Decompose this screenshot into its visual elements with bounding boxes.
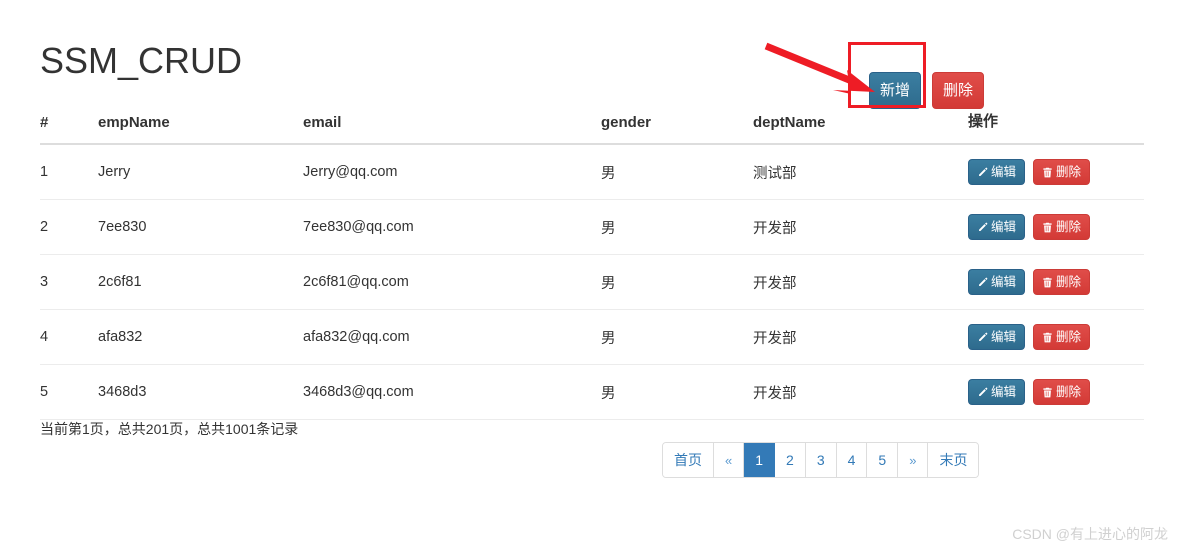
- pagination-item-last[interactable]: 末页: [928, 443, 979, 477]
- trash-icon: [1043, 222, 1052, 232]
- column-header-empname: empName: [98, 110, 303, 145]
- cell-deptname: 开发部: [753, 364, 968, 420]
- cell-index: 5: [40, 364, 98, 420]
- row-edit-button[interactable]: 编辑: [968, 214, 1026, 240]
- cell-empname: 7ee830: [98, 199, 303, 255]
- column-header-actions: 操作: [968, 110, 1144, 145]
- row-delete-button[interactable]: 删除: [1033, 324, 1091, 350]
- cell-empname: 3468d3: [98, 364, 303, 420]
- page-title: SSM_CRUD: [40, 40, 243, 82]
- cell-actions: 编辑 删除: [968, 199, 1144, 255]
- cell-index: 1: [40, 144, 98, 200]
- pagination[interactable]: 首页 «1 2 3 4 5» 末页: [662, 442, 980, 478]
- cell-actions: 编辑 删除: [968, 144, 1144, 200]
- cell-deptname: 开发部: [753, 309, 968, 365]
- row-edit-button[interactable]: 编辑: [968, 379, 1026, 405]
- trash-icon: [1043, 277, 1052, 287]
- column-header-email: email: [303, 110, 601, 145]
- column-header-gender: gender: [601, 110, 753, 145]
- table-row: 4 afa832 afa832@qq.com 男开发部 编辑 删除: [40, 309, 1144, 365]
- cell-empname: afa832: [98, 309, 303, 365]
- row-delete-button[interactable]: 删除: [1033, 214, 1091, 240]
- column-header-index: #: [40, 110, 98, 145]
- cell-deptname: 开发部: [753, 254, 968, 310]
- table-row: 3 2c6f81 2c6f81@qq.com 男开发部 编辑 删除: [40, 254, 1144, 310]
- cell-gender: 男: [601, 364, 753, 420]
- pagination-item-page-2[interactable]: 2: [775, 443, 806, 477]
- cell-index: 3: [40, 254, 98, 310]
- cell-gender: 男: [601, 144, 753, 200]
- pencil-icon: [979, 222, 988, 231]
- row-edit-label: 编辑: [991, 329, 1017, 344]
- row-edit-label: 编辑: [991, 384, 1017, 399]
- cell-empname: Jerry: [98, 144, 303, 200]
- row-delete-label: 删除: [1056, 384, 1082, 399]
- row-delete-button[interactable]: 删除: [1033, 379, 1091, 405]
- cell-email: 7ee830@qq.com: [303, 199, 601, 255]
- table-header: # empName email gender deptName 操作: [40, 110, 1144, 145]
- table-row: 2 7ee830 7ee830@qq.com 男开发部 编辑 删除: [40, 199, 1144, 255]
- cell-email: 3468d3@qq.com: [303, 364, 601, 420]
- trash-icon: [1043, 167, 1052, 177]
- row-edit-button[interactable]: 编辑: [968, 159, 1026, 185]
- row-delete-label: 删除: [1056, 329, 1082, 344]
- delete-button[interactable]: 删除: [932, 72, 984, 109]
- row-edit-button[interactable]: 编辑: [968, 269, 1026, 295]
- cell-actions: 编辑 删除: [968, 364, 1144, 420]
- cell-email: 2c6f81@qq.com: [303, 254, 601, 310]
- pagination-item-prev[interactable]: «: [714, 443, 745, 477]
- pencil-icon: [979, 167, 988, 176]
- cell-index: 2: [40, 199, 98, 255]
- cell-deptname: 测试部: [753, 144, 968, 200]
- row-delete-label: 删除: [1056, 219, 1082, 234]
- pencil-icon: [979, 332, 988, 341]
- cell-actions: 编辑 删除: [968, 254, 1144, 310]
- page-info-text: 当前第1页，总共201页，总共1001条记录: [40, 421, 299, 437]
- watermark: CSDN @有上进心的阿龙: [1012, 526, 1168, 542]
- row-delete-label: 删除: [1056, 274, 1082, 289]
- add-button[interactable]: 新增: [869, 72, 921, 109]
- cell-email: Jerry@qq.com: [303, 144, 601, 200]
- pagination-item-first[interactable]: 首页: [663, 443, 714, 477]
- cell-email: afa832@qq.com: [303, 309, 601, 365]
- toolbar: 新增 删除: [869, 72, 984, 109]
- pagination-item-page-1[interactable]: 1: [744, 443, 776, 477]
- row-edit-label: 编辑: [991, 219, 1017, 234]
- row-delete-label: 删除: [1056, 164, 1082, 179]
- row-delete-button[interactable]: 删除: [1033, 269, 1091, 295]
- trash-icon: [1043, 332, 1052, 342]
- cell-deptname: 开发部: [753, 199, 968, 255]
- pencil-icon: [979, 277, 988, 286]
- trash-icon: [1043, 387, 1052, 397]
- row-delete-button[interactable]: 删除: [1033, 159, 1091, 185]
- table-row: 5 3468d3 3468d3@qq.com 男开发部 编辑 删除: [40, 364, 1144, 420]
- pencil-icon: [979, 387, 988, 396]
- pagination-item-page-5[interactable]: 5: [867, 443, 899, 477]
- cell-empname: 2c6f81: [98, 254, 303, 310]
- cell-gender: 男: [601, 199, 753, 255]
- cell-index: 4: [40, 309, 98, 365]
- cell-gender: 男: [601, 254, 753, 310]
- employee-table-container: # empName email gender deptName 操作 1 Jerr…: [40, 110, 1144, 420]
- row-edit-button[interactable]: 编辑: [968, 324, 1026, 350]
- table-header-row: # empName email gender deptName 操作: [40, 110, 1144, 145]
- row-edit-label: 编辑: [991, 164, 1017, 179]
- table-row: 1 Jerry Jerry@qq.com 男测试部 编辑 删除: [40, 144, 1144, 200]
- cell-actions: 编辑 删除: [968, 309, 1144, 365]
- table-body: 1 Jerry Jerry@qq.com 男测试部 编辑 删除 2 7ee830 7ee830@…: [40, 144, 1144, 420]
- cell-gender: 男: [601, 309, 753, 365]
- column-header-deptname: deptName: [753, 110, 968, 145]
- pagination-item-page-3[interactable]: 3: [805, 443, 837, 477]
- pagination-item-next[interactable]: »: [898, 443, 929, 477]
- employee-table: # empName email gender deptName 操作 1 Jerr…: [40, 110, 1144, 420]
- row-edit-label: 编辑: [991, 274, 1017, 289]
- pagination-item-page-4[interactable]: 4: [836, 443, 868, 477]
